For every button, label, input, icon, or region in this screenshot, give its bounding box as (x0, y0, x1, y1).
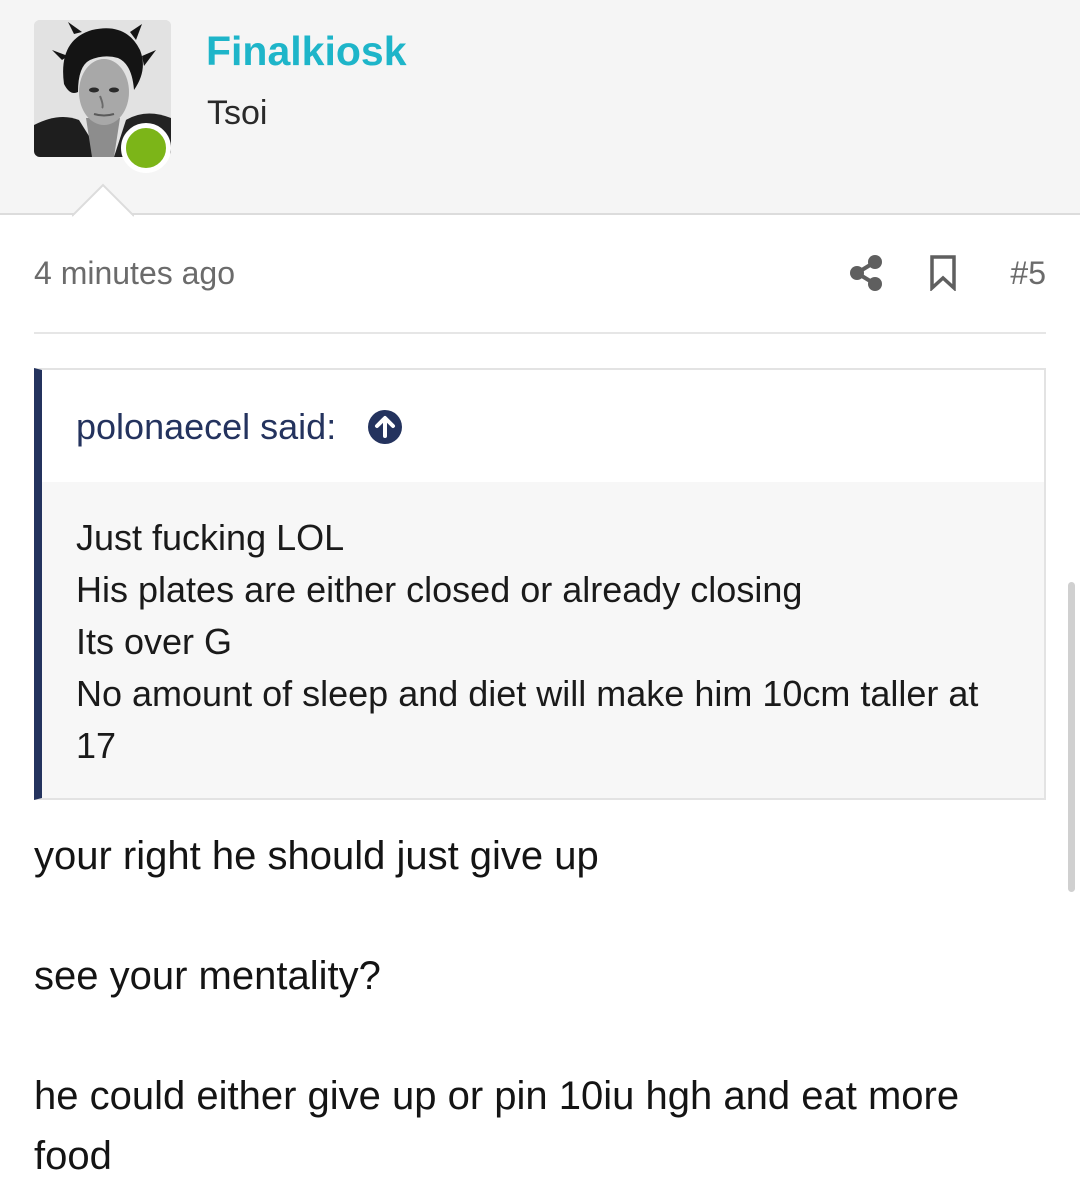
header-pointer-arrow (72, 183, 134, 217)
quote-content: Just fucking LOL His plates are either c… (76, 512, 1016, 772)
quote-block: polonaecel said: Just fucking LOL His pl… (34, 368, 1046, 800)
forum-post: Finalkiosk Tsoi 4 minutes ago #5 polonae… (0, 0, 1080, 1199)
quote-author-link[interactable]: polonaecel said: (76, 406, 336, 448)
post-user-header: Finalkiosk Tsoi (0, 0, 1080, 217)
quote-line: Its over G (76, 621, 233, 662)
username-link[interactable]: Finalkiosk (206, 28, 407, 75)
post-meta-bar: 4 minutes ago #5 (34, 240, 1046, 334)
user-title: Tsoi (207, 94, 268, 132)
post-content: your right he should just give up see yo… (34, 826, 1044, 1186)
bookmark-icon[interactable] (929, 255, 957, 291)
post-paragraph: see your mentality? (34, 954, 381, 998)
online-status-indicator (121, 123, 171, 173)
quote-line: Just fucking LOL (76, 517, 345, 558)
share-icon[interactable] (848, 254, 884, 292)
quote-line: His plates are either closed or already … (76, 569, 803, 610)
quote-header: polonaecel said: (42, 370, 1044, 482)
post-paragraph: your right he should just give up (34, 834, 599, 878)
post-timestamp[interactable]: 4 minutes ago (34, 255, 235, 292)
post-number-link[interactable]: #5 (1010, 255, 1046, 292)
quote-line: No amount of sleep and diet will make hi… (76, 673, 979, 766)
scrollbar[interactable] (1068, 582, 1075, 892)
post-paragraph: he could either give up or pin 10iu hgh … (34, 1074, 960, 1178)
jump-to-quote-arrow-icon[interactable] (367, 409, 403, 445)
